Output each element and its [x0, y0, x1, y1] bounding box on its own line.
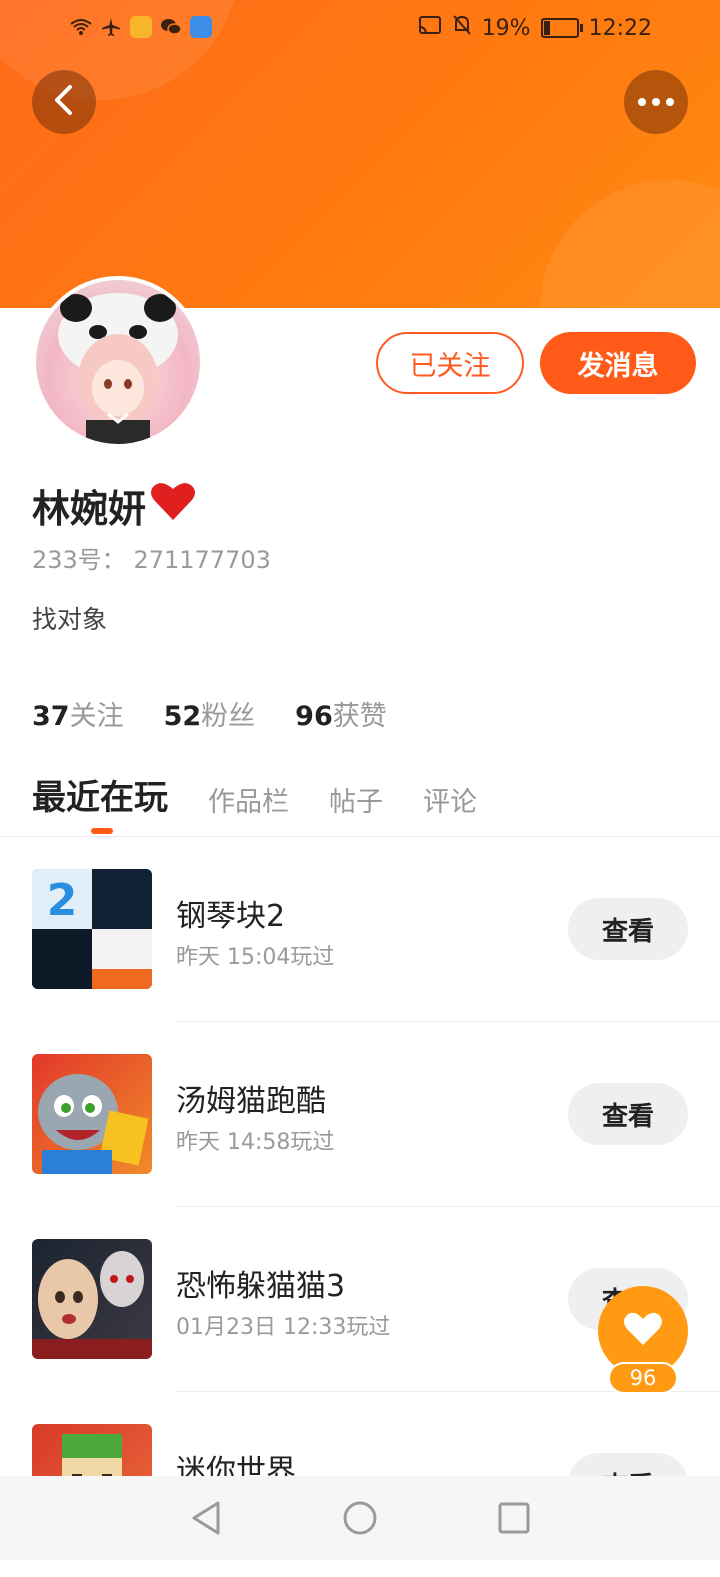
tab-recently-played[interactable]: 最近在玩 — [32, 770, 168, 819]
stat-value: 52 — [163, 701, 202, 732]
user-id-label: 233号： — [32, 546, 126, 574]
like-count-badge: 96 — [608, 1362, 678, 1394]
cast-icon — [418, 15, 442, 41]
more-dots-icon — [638, 98, 674, 106]
game-icon-piano-tiles: 2 — [32, 869, 152, 989]
heart-emoji-icon — [150, 480, 196, 531]
active-tab-indicator — [91, 828, 113, 834]
nav-back-button[interactable] — [190, 1500, 222, 1536]
stat-likes[interactable]: 96获赞 — [295, 694, 387, 733]
nav-recents-button[interactable] — [498, 1502, 530, 1534]
game-name: 恐怖躲猫猫3 — [176, 1269, 346, 1304]
profile-tabs: 最近在玩 作品栏 帖子 评论 — [32, 770, 477, 819]
game-last-played: 昨天 15:04玩过 — [176, 945, 335, 970]
user-id: 233号： 271177703 — [32, 540, 271, 575]
stats-row: 37关注 52粉丝 96获赞 — [32, 694, 387, 733]
heart-icon — [623, 1311, 663, 1351]
game-last-played: 01月23日 12:33玩过 — [176, 1315, 391, 1340]
followed-button[interactable]: 已关注 — [376, 332, 524, 394]
stat-fans[interactable]: 52粉丝 — [164, 694, 256, 733]
stat-label: 粉丝 — [201, 701, 256, 732]
browser-app-icon — [190, 16, 212, 38]
wifi-icon — [70, 16, 92, 38]
username-text: 林婉妍 — [32, 487, 147, 531]
stat-label: 关注 — [69, 701, 124, 732]
game-last-played: 昨天 14:58玩过 — [176, 1130, 335, 1155]
airplane-icon — [100, 16, 122, 38]
tab-comments[interactable]: 评论 — [423, 780, 477, 819]
avatar-image — [36, 280, 200, 444]
send-message-button[interactable]: 发消息 — [540, 332, 696, 394]
list-item[interactable]: 汤姆猫跑酷 昨天 14:58玩过 查看 — [0, 1022, 720, 1207]
recent-games-list: 2 钢琴块2 昨天 15:04玩过 查看 汤姆猫跑酷 昨天 14:58玩过 查看… — [0, 837, 720, 1577]
system-navigation-bar — [0, 1476, 720, 1560]
stat-label: 获赞 — [332, 701, 387, 732]
mute-bell-icon — [452, 14, 472, 42]
user-id-value: 271177703 — [133, 546, 271, 574]
clock: 12:22 — [588, 15, 652, 41]
chevron-left-icon — [53, 84, 75, 120]
back-button[interactable] — [32, 70, 96, 134]
bio: 找对象 — [32, 605, 108, 634]
username: 林婉妍 — [32, 478, 196, 533]
tab-works[interactable]: 作品栏 — [208, 780, 289, 819]
game-icon-horror-hide-and-seek — [32, 1239, 152, 1359]
stat-value: 37 — [32, 701, 70, 732]
view-button[interactable]: 查看 — [568, 898, 688, 960]
stat-value: 96 — [295, 701, 333, 732]
app-notification-icon — [130, 16, 152, 38]
game-name: 汤姆猫跑酷 — [176, 1084, 326, 1119]
svg-text:2: 2 — [47, 875, 78, 926]
game-icon-talking-tom — [32, 1054, 152, 1174]
list-item[interactable]: 2 钢琴块2 昨天 15:04玩过 查看 — [0, 837, 720, 1022]
stat-following[interactable]: 37关注 — [32, 694, 124, 733]
wechat-icon — [160, 16, 182, 38]
avatar[interactable] — [32, 276, 204, 448]
tab-posts[interactable]: 帖子 — [329, 780, 383, 819]
nav-home-button[interactable] — [342, 1500, 378, 1536]
battery-icon — [540, 18, 583, 38]
game-name: 钢琴块2 — [176, 899, 286, 934]
status-bar: 19% 12:22 — [0, 0, 720, 56]
battery-percent: 19% — [481, 15, 531, 41]
more-options-button[interactable] — [624, 70, 688, 134]
view-button[interactable]: 查看 — [568, 1083, 688, 1145]
